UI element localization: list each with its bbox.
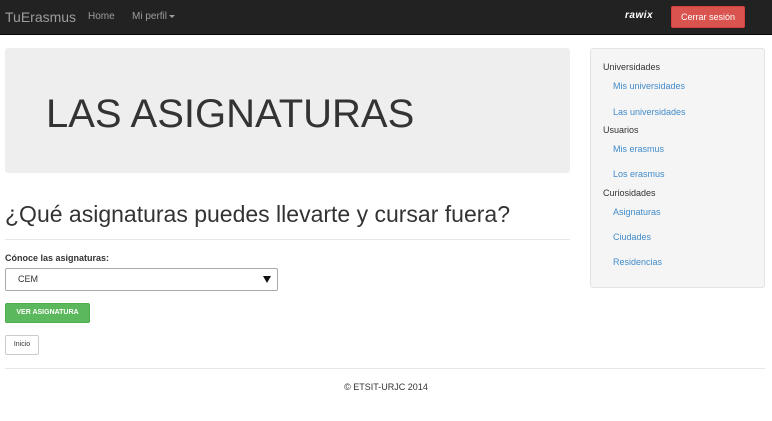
sidebar-link-los-erasmus[interactable]: Los erasmus bbox=[613, 169, 665, 179]
sidebar-link-asignaturas[interactable]: Asignaturas bbox=[613, 207, 661, 217]
subject-select-label: Cónoce las asignaturas: bbox=[5, 253, 110, 263]
sidebar-link-residencias[interactable]: Residencias bbox=[613, 257, 662, 267]
home-button[interactable]: Inicio bbox=[5, 335, 39, 355]
sidebar-nav: Universidades Mis universidades Las univ… bbox=[590, 48, 765, 288]
username-label: rawix bbox=[625, 10, 654, 21]
sidebar-link-ciudades[interactable]: Ciudades bbox=[613, 232, 651, 242]
nav-profile-dropdown[interactable]: Mi perfil bbox=[132, 11, 176, 22]
sidebar-link-mis-erasmus[interactable]: Mis erasmus bbox=[613, 144, 664, 154]
sidebar-heading-universidades: Universidades bbox=[603, 62, 661, 72]
sidebar-heading-usuarios: Usuarios bbox=[603, 125, 639, 135]
hero-banner: LAS ASIGNATURAS bbox=[5, 48, 570, 173]
hero-title: LAS ASIGNATURAS bbox=[46, 92, 415, 136]
divider bbox=[5, 239, 570, 240]
sidebar-heading-curiosidades: Curiosidades bbox=[603, 188, 656, 198]
sidebar-link-mis-universidades[interactable]: Mis universidades bbox=[613, 81, 685, 91]
subject-select[interactable]: CEM bbox=[5, 268, 278, 291]
top-navbar: TuErasmus Home Mi perfil rawix Cerrar se… bbox=[0, 0, 772, 35]
nav-profile-label: Mi perfil bbox=[132, 11, 168, 22]
subject-select-value: CEM bbox=[18, 274, 38, 284]
logout-button[interactable]: Cerrar sesión bbox=[671, 6, 745, 28]
view-subject-button[interactable]: VER ASIGNATURA bbox=[5, 303, 90, 323]
caret-down-icon bbox=[169, 14, 176, 18]
footer-copyright: © ETSIT-URJC 2014 bbox=[344, 382, 428, 392]
brand-link[interactable]: TuErasmus bbox=[5, 9, 76, 25]
footer-divider bbox=[5, 368, 765, 369]
sidebar-link-las-universidades[interactable]: Las universidades bbox=[613, 107, 686, 117]
page-heading: ¿Qué asignaturas puedes llevarte y cursa… bbox=[5, 201, 510, 227]
nav-home-link[interactable]: Home bbox=[88, 11, 115, 22]
dropdown-arrow-icon bbox=[263, 276, 271, 283]
